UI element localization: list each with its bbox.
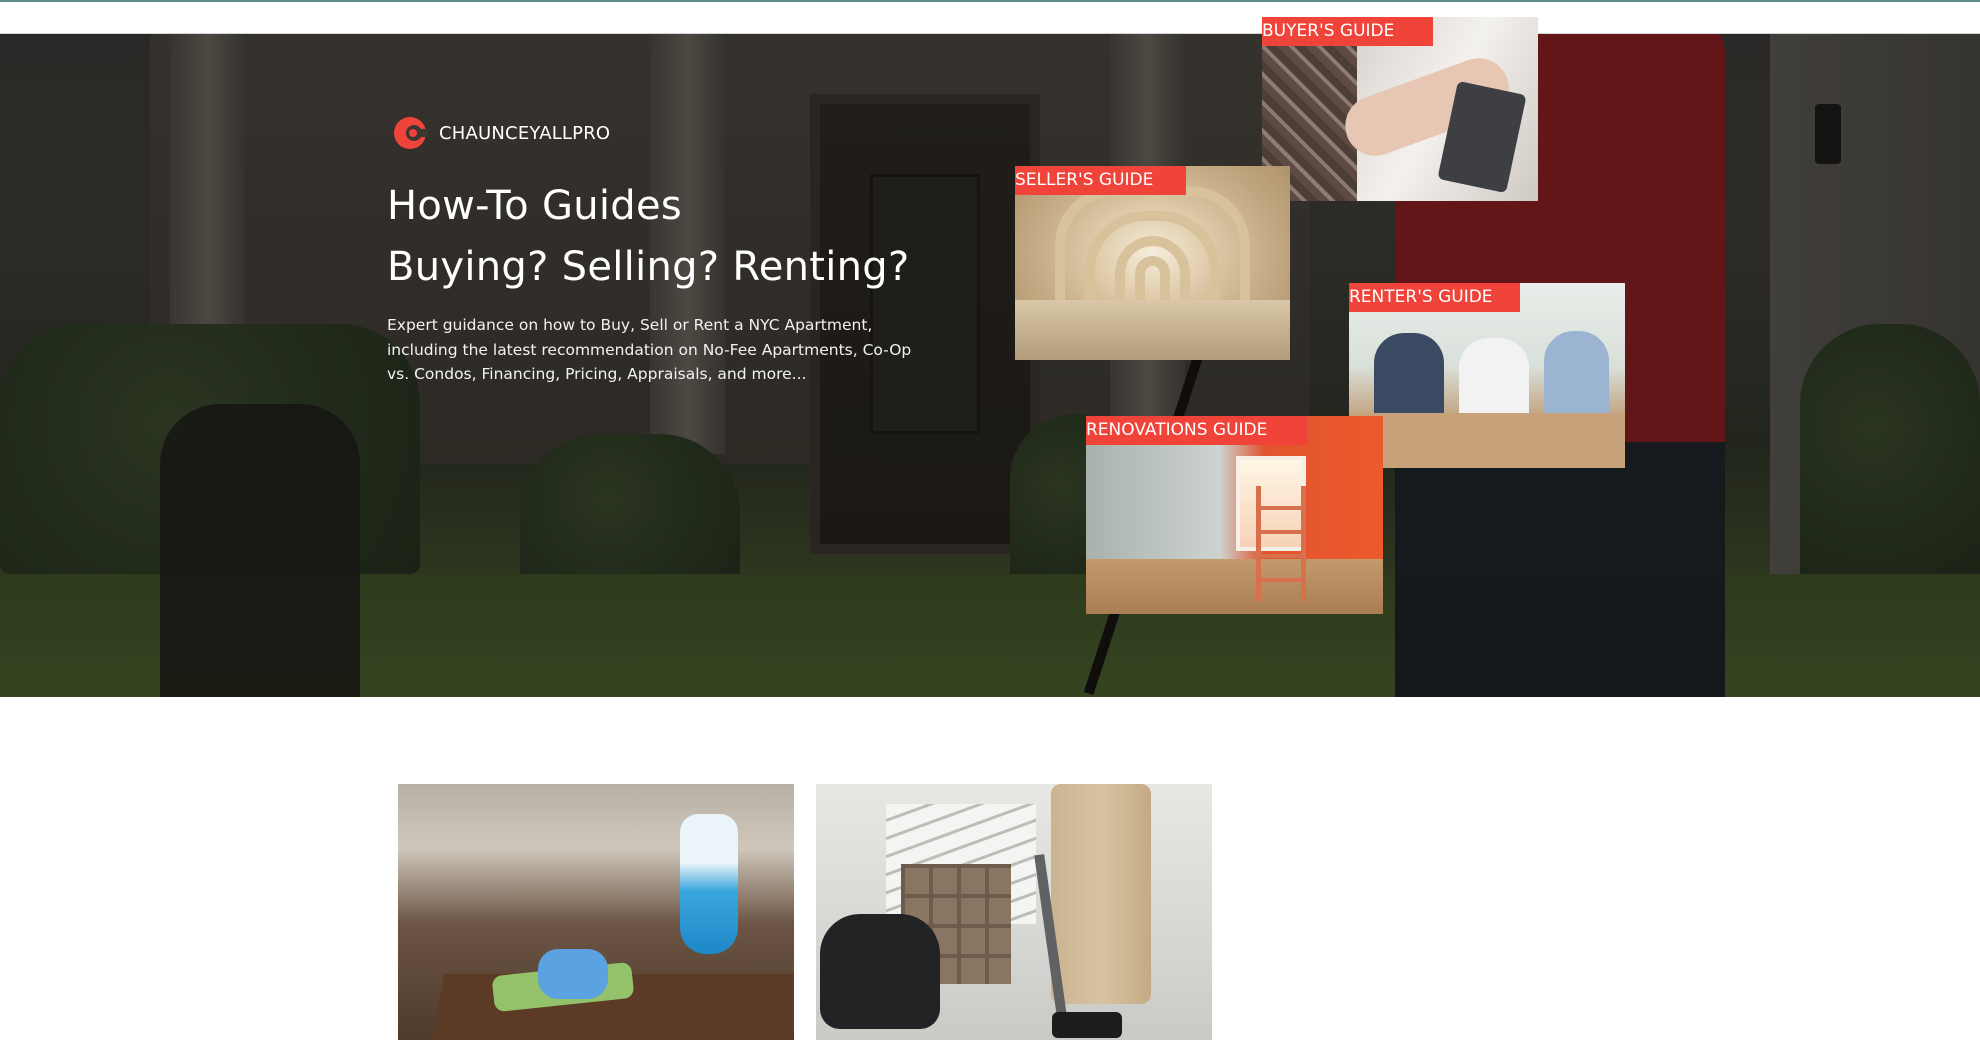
- hero-description: Expert guidance on how to Buy, Sell or R…: [387, 316, 912, 383]
- hero-section: [0, 34, 1980, 697]
- vacuum-service-card[interactable]: [816, 784, 1212, 1040]
- sellers-guide-photo: [1015, 166, 1290, 360]
- renovations-guide-label: RENOVATIONS GUIDE: [1086, 420, 1268, 440]
- buyers-guide-card[interactable]: BUYER'S GUIDE: [1262, 17, 1538, 201]
- brand-block[interactable]: CHAUNCEYALLPRO: [391, 112, 610, 154]
- cleaning-service-card[interactable]: [398, 784, 794, 1040]
- sellers-guide-card[interactable]: SELLER'S GUIDE: [1015, 166, 1290, 360]
- renters-guide-label: RENTER'S GUIDE: [1349, 287, 1493, 307]
- renters-guide-card[interactable]: RENTER'S GUIDE: [1349, 283, 1625, 468]
- vacuum-floor-photo: [816, 784, 1212, 1040]
- brand-name: CHAUNCEYALLPRO: [439, 122, 611, 144]
- sellers-guide-label-badge: SELLER'S GUIDE: [1015, 166, 1186, 195]
- cleaning-table-photo: [398, 784, 794, 1040]
- renovations-guide-card[interactable]: RENOVATIONS GUIDE: [1086, 416, 1383, 614]
- top-header-strip: [0, 0, 1980, 34]
- hero-title: How-To Guides: [387, 183, 683, 229]
- renters-guide-label-badge: RENTER'S GUIDE: [1349, 283, 1520, 312]
- renovations-guide-label-badge: RENOVATIONS GUIDE: [1086, 416, 1307, 445]
- renovations-guide-photo: [1086, 416, 1383, 614]
- hero-dark-overlay: [0, 34, 1980, 697]
- sellers-guide-label: SELLER'S GUIDE: [1015, 170, 1154, 190]
- buyers-guide-label-badge: BUYER'S GUIDE: [1262, 17, 1433, 46]
- hero-subtitle: Buying? Selling? Renting?: [387, 244, 910, 290]
- c-mark-logo-icon: [391, 112, 429, 154]
- buyers-guide-label: BUYER'S GUIDE: [1262, 21, 1395, 41]
